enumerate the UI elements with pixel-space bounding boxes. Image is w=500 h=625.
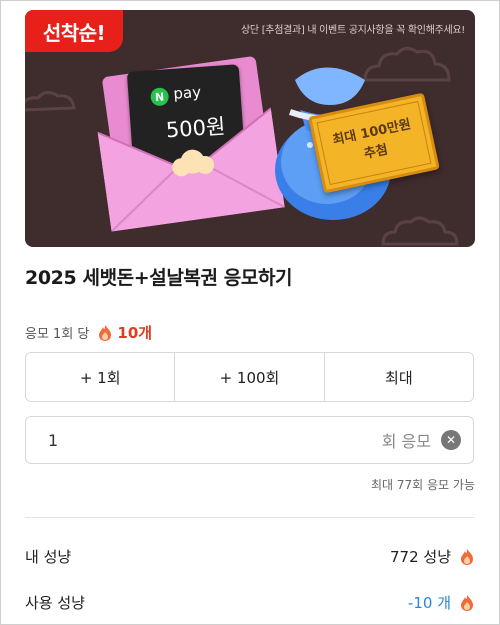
my-matches-row: 내 성냥 772 성냥 bbox=[25, 546, 475, 567]
banner-notice: 상단 [추첨결과] 내 이벤트 공지사항을 꼭 확인해주세요! bbox=[241, 25, 465, 36]
my-matches-label: 내 성냥 bbox=[25, 548, 72, 566]
npay-word: pay bbox=[172, 82, 202, 103]
match-flame-icon bbox=[99, 324, 112, 341]
match-flame-icon bbox=[461, 548, 473, 565]
clear-icon[interactable]: ✕ bbox=[441, 430, 461, 450]
my-matches-value: 772 성냥 bbox=[390, 548, 451, 566]
cloud-decoration-icon bbox=[25, 91, 76, 112]
entry-count-unit: 회 응모 bbox=[381, 432, 431, 451]
max-entries-note: 최대 77회 응모 가능 bbox=[371, 478, 475, 492]
used-matches-value: -10 개 bbox=[407, 594, 451, 612]
used-matches-label: 사용 성냥 bbox=[25, 594, 85, 612]
quick-add-buttons: + 1회 + 100회 최대 bbox=[25, 352, 474, 402]
event-banner[interactable]: 선착순! 상단 [추첨결과] 내 이벤트 공지사항을 꼭 확인해주세요! N p… bbox=[25, 10, 475, 247]
first-come-badge: 선착순! bbox=[25, 10, 123, 52]
divider bbox=[25, 517, 475, 518]
page-title: 2025 세뱃돈+설날복권 응모하기 bbox=[25, 267, 293, 289]
entry-count-field[interactable]: 1 회 응모 ✕ bbox=[25, 416, 474, 464]
used-matches-row: 사용 성냥 -10 개 bbox=[25, 592, 475, 613]
add-1-button[interactable]: + 1회 bbox=[26, 353, 175, 401]
cost-label: 응모 1회 당 bbox=[25, 327, 90, 342]
cost-amount: 10개 bbox=[117, 324, 153, 342]
npay-logo-icon: N bbox=[150, 87, 170, 107]
add-100-button[interactable]: + 100회 bbox=[174, 353, 324, 401]
entry-count-value[interactable]: 1 bbox=[48, 431, 382, 450]
cost-per-entry: 응모 1회 당 10개 bbox=[25, 322, 152, 343]
match-flame-icon bbox=[461, 594, 473, 611]
max-button[interactable]: 최대 bbox=[323, 353, 473, 401]
